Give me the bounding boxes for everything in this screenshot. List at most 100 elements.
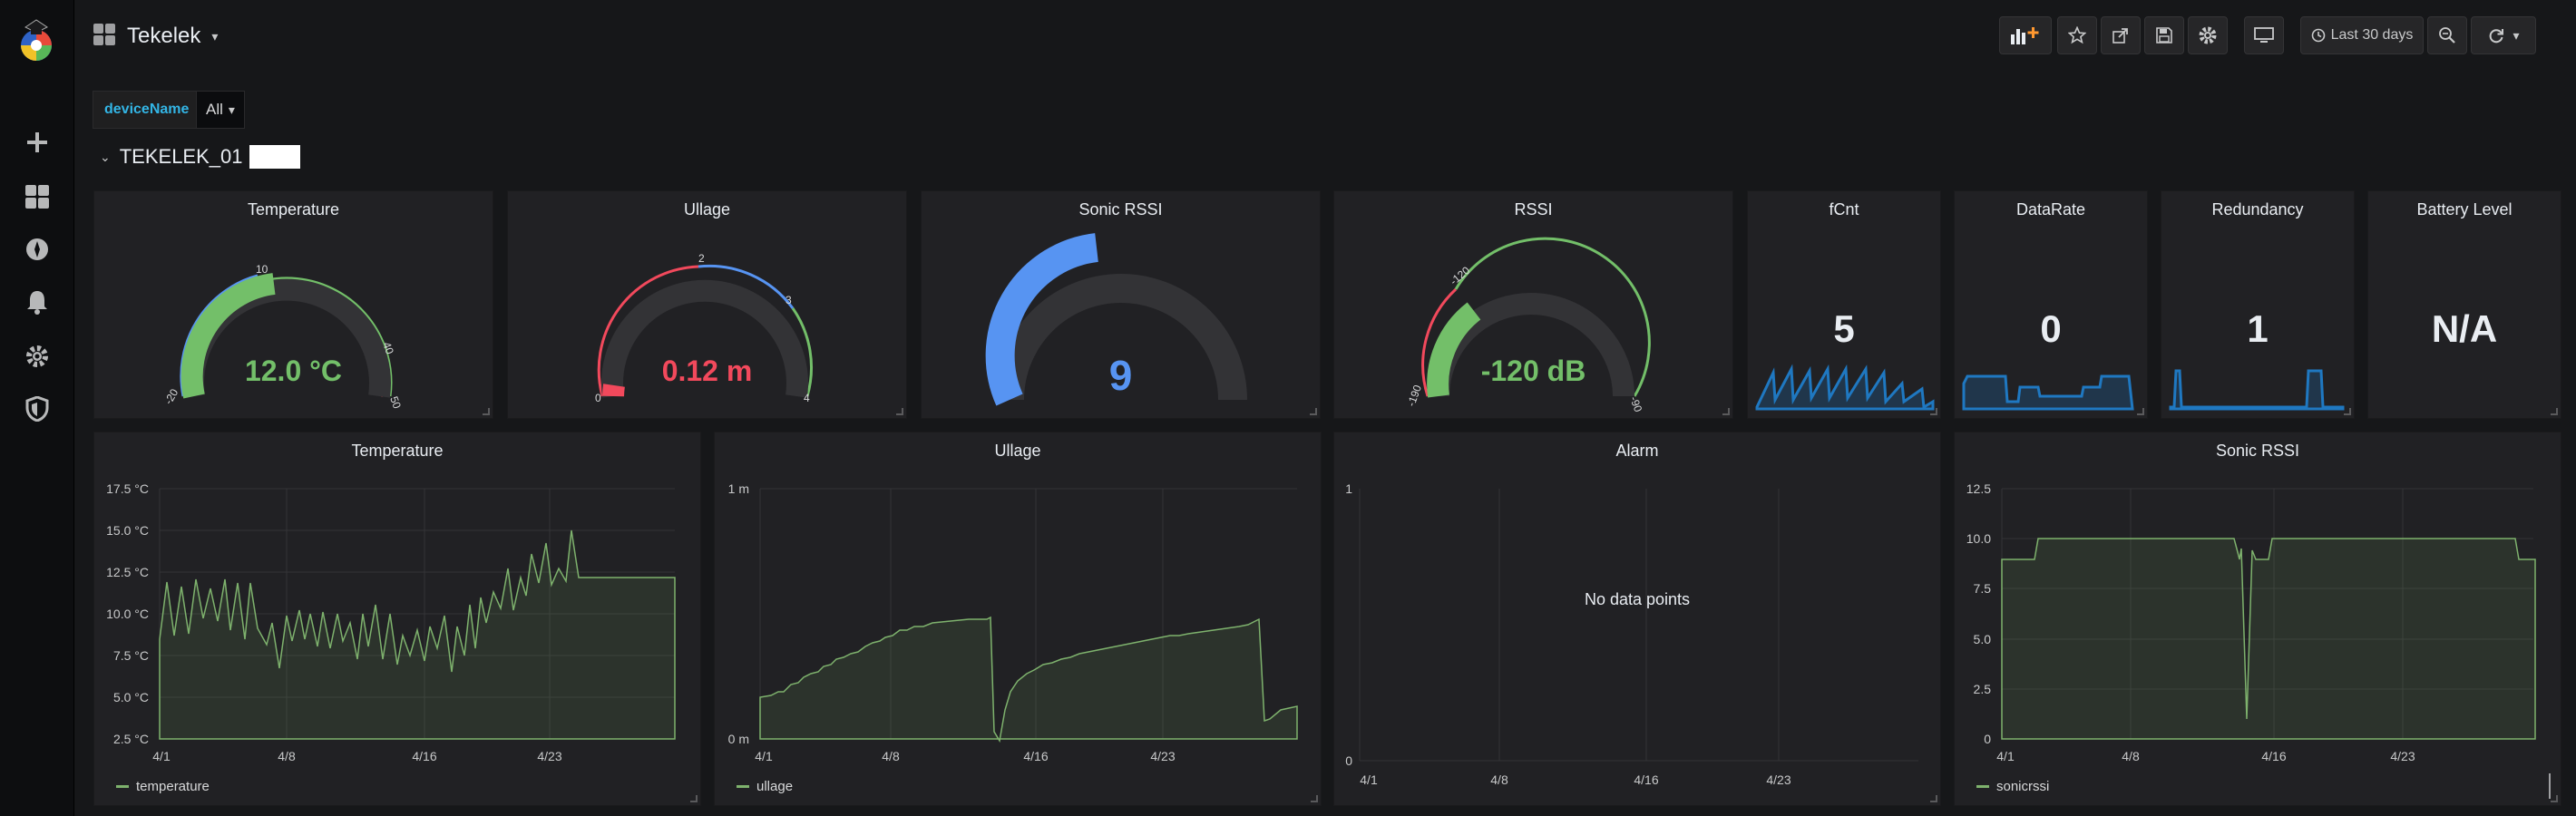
gauge-tick: -90 xyxy=(1627,394,1644,413)
stat-panel-datarate[interactable]: DataRate 0 xyxy=(1954,190,2148,419)
datarate-sparkline xyxy=(1962,374,2134,411)
dashboard-navbar: Tekelek ▾ Last 30 days ▾ xyxy=(74,0,2576,73)
redundancy-sparkline xyxy=(2169,369,2345,411)
resize-handle[interactable] xyxy=(1310,408,1317,415)
stat-panel-fcnt[interactable]: fCnt 5 xyxy=(1747,190,1941,419)
gauge-value: 0.12 m xyxy=(661,355,753,387)
resize-handle[interactable] xyxy=(2344,408,2351,415)
resize-handle[interactable] xyxy=(2137,408,2144,415)
zoom-out-button[interactable] xyxy=(2427,16,2467,54)
x-tick: 4/1 xyxy=(755,749,773,763)
legend-item[interactable]: temperature xyxy=(116,779,210,794)
side-menu xyxy=(0,0,74,816)
share-button[interactable] xyxy=(2101,16,2141,54)
x-tick: 4/8 xyxy=(2122,749,2140,763)
time-picker-button[interactable]: Last 30 days xyxy=(2300,16,2424,54)
chevron-down-icon: ▾ xyxy=(2513,27,2520,43)
x-tick: 4/16 xyxy=(2261,749,2286,763)
legend-label: sonicrssi xyxy=(1996,779,2050,794)
share-icon xyxy=(2113,28,2128,44)
legend-label: ullage xyxy=(756,779,794,794)
legend-item[interactable]: sonicrssi xyxy=(1976,779,2049,794)
chevron-down-icon: ▾ xyxy=(211,28,219,44)
y-tick: 5.0 xyxy=(1974,632,1992,646)
x-tick: 4/16 xyxy=(1023,749,1048,763)
settings-button[interactable] xyxy=(2188,16,2228,54)
gauge-panel-rssi[interactable]: RSSI -190 -120 -90 -120 dB xyxy=(1333,190,1733,419)
resize-handle[interactable] xyxy=(896,408,903,415)
save-icon xyxy=(2156,27,2172,44)
sonic-rssi-graph: 12.5 10.0 7.5 5.0 2.5 0 4/1 4/8 4/16 4/2… xyxy=(1966,481,2551,799)
y-tick: 2.5 °C xyxy=(113,732,149,746)
y-tick: 7.5 °C xyxy=(113,648,149,663)
dashboard-picker[interactable]: Tekelek ▾ xyxy=(93,18,218,54)
add-panel-button[interactable] xyxy=(1999,16,2052,54)
save-button[interactable] xyxy=(2144,16,2184,54)
stat-panel-redundancy[interactable]: Redundancy 1 xyxy=(2161,190,2355,419)
chevron-down-icon: ▾ xyxy=(228,102,235,117)
resize-handle[interactable] xyxy=(1930,408,1937,415)
resize-handle[interactable] xyxy=(690,795,698,802)
resize-handle[interactable] xyxy=(1722,408,1730,415)
graph-panel-ullage[interactable]: Ullage 1 m 0 m 4/1 4/8 4/16 4/23 ullage xyxy=(714,432,1322,806)
legend-label: temperature xyxy=(136,779,210,794)
add-panel-icon xyxy=(2011,27,2039,44)
gauge-panel-sonic-rssi[interactable]: Sonic RSSI 9 xyxy=(921,190,1321,419)
temperature-graph: 17.5 °C 15.0 °C 12.5 °C 10.0 °C 7.5 °C 5… xyxy=(106,481,676,763)
graph-panel-alarm[interactable]: Alarm 1 0 4/1 4/8 4/16 4/23 No data poin… xyxy=(1333,432,1941,806)
gauge-panel-temperature[interactable]: Temperature -20 10 40 50 12.0 °C xyxy=(93,190,493,419)
x-tick: 4/16 xyxy=(1634,772,1658,787)
stat-panel-battery-level[interactable]: Battery Level N/A xyxy=(2367,190,2561,419)
graph-panel-sonic-rssi[interactable]: Sonic RSSI 12.5 10.0 7.5 5.0 2.5 0 4/1 4… xyxy=(1954,432,2561,806)
x-tick: 4/8 xyxy=(278,749,296,763)
x-tick: 4/23 xyxy=(1766,772,1791,787)
y-tick: 0 m xyxy=(728,732,749,746)
y-tick: 15.0 °C xyxy=(106,523,149,538)
y-tick: 1 m xyxy=(728,481,749,496)
tv-mode-button[interactable] xyxy=(2244,16,2284,54)
legend-item[interactable]: ullage xyxy=(737,779,793,794)
gauge-panel-ullage[interactable]: Ullage 0 2 3 4 0.12 m xyxy=(507,190,907,419)
graph-panel-temperature[interactable]: Temperature 17.5 °C 15.0 °C 12.5 °C 10.0… xyxy=(93,432,701,806)
resize-handle[interactable] xyxy=(2551,408,2558,415)
no-data-message: No data points xyxy=(1584,590,1691,608)
y-tick: 12.5 °C xyxy=(106,565,149,579)
y-tick: 0 xyxy=(1345,753,1352,768)
alerting-bell-icon[interactable] xyxy=(22,287,53,317)
dashboards-icon[interactable] xyxy=(22,181,53,212)
redacted-block xyxy=(249,145,301,169)
resize-handle[interactable] xyxy=(2551,795,2558,802)
server-admin-shield-icon[interactable] xyxy=(22,393,53,424)
dashboard-grid-icon xyxy=(93,23,116,51)
grafana-logo[interactable] xyxy=(15,15,58,63)
x-tick: 4/23 xyxy=(2390,749,2415,763)
gauge-tick: 2 xyxy=(698,252,705,265)
add-icon[interactable] xyxy=(22,127,53,158)
y-tick: 5.0 °C xyxy=(113,690,149,704)
resize-handle[interactable] xyxy=(1311,795,1318,802)
row-title: TEKELEK_01 xyxy=(119,145,243,168)
y-tick: 12.5 xyxy=(1966,481,1991,496)
resize-handle[interactable] xyxy=(1930,795,1937,802)
x-tick: 4/16 xyxy=(412,749,436,763)
zoom-out-icon xyxy=(2439,27,2455,44)
x-tick: 4/8 xyxy=(1490,772,1508,787)
variable-label: deviceName xyxy=(93,91,201,129)
fcnt-sparkline xyxy=(1755,364,1935,411)
explore-icon[interactable] xyxy=(22,234,53,265)
panel-title: Battery Level xyxy=(2416,200,2513,219)
variable-select[interactable]: All ▾ xyxy=(196,91,245,129)
clock-icon xyxy=(2311,28,2325,43)
x-tick: 4/1 xyxy=(1996,749,2015,763)
y-tick: 7.5 xyxy=(1974,581,1992,596)
x-tick: 4/23 xyxy=(537,749,561,763)
configuration-gear-icon[interactable] xyxy=(22,341,53,372)
refresh-icon xyxy=(2490,29,2504,44)
star-button[interactable] xyxy=(2057,16,2097,54)
refresh-button[interactable]: ▾ xyxy=(2471,16,2536,54)
y-tick: 2.5 xyxy=(1974,682,1992,696)
y-tick: 17.5 °C xyxy=(106,481,149,496)
resize-handle[interactable] xyxy=(483,408,490,415)
row-header[interactable]: ⌄ TEKELEK_01 xyxy=(100,145,301,169)
chevron-down-icon: ⌄ xyxy=(100,149,111,164)
